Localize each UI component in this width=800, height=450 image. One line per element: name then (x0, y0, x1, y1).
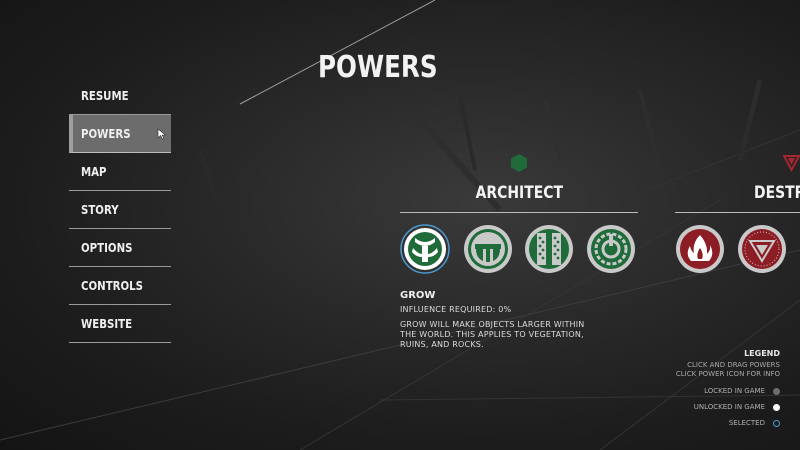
power-name: GROW (400, 290, 436, 301)
menu-item-options[interactable]: OPTIONS (69, 229, 171, 267)
group-title-architect: ARCHITECT (450, 183, 588, 203)
fire-power-icon[interactable] (675, 224, 725, 274)
menu-item-label: CONTROLS (81, 278, 144, 293)
legend-label: UNLOCKED IN GAME (693, 403, 765, 411)
locked-dot-icon (773, 387, 780, 395)
legend-hint: CLICK AND DRAG POWERS CLICK POWER ICON F… (620, 361, 780, 379)
menu-item-powers[interactable]: POWERS (69, 115, 171, 153)
grow-power-icon[interactable] (400, 224, 450, 274)
menu-item-map[interactable]: MAP (69, 153, 171, 191)
selected-ring-icon (773, 419, 780, 427)
legend-label: SELECTED (728, 419, 765, 427)
menu-item-label: OPTIONS (81, 240, 133, 255)
pause-menu: RESUME POWERS MAP STORY OPTIONS CONTROLS… (69, 77, 171, 343)
menu-item-label: RESUME (81, 88, 129, 103)
group-title-text: ARCHITECT (475, 183, 563, 203)
menu-item-label: WEBSITE (81, 316, 133, 331)
legend-row-locked: LOCKED IN GAME (620, 387, 780, 395)
power-info-panel: GROW INFLUENCE REQUIRED: 0% GROW WILL MA… (400, 290, 600, 350)
group-title-destro: DESTRO (754, 183, 800, 203)
group-divider (400, 212, 638, 213)
legend-panel: LEGEND CLICK AND DRAG POWERS CLICK POWER… (620, 349, 780, 427)
sink-power-icon[interactable] (737, 224, 787, 274)
menu-item-website[interactable]: WEBSITE (69, 305, 171, 343)
shield-power-icon[interactable] (586, 224, 636, 274)
menu-item-resume[interactable]: RESUME (69, 77, 171, 115)
menu-item-story[interactable]: STORY (69, 191, 171, 229)
menu-item-label: STORY (81, 202, 119, 217)
legend-row-unlocked: UNLOCKED IN GAME (620, 403, 780, 411)
legend-row-selected: SELECTED (620, 419, 780, 427)
group-divider (675, 212, 800, 213)
menu-item-controls[interactable]: CONTROLS (69, 267, 171, 305)
triangle-icon (783, 155, 800, 172)
legend-title: LEGEND (744, 349, 780, 358)
influence-required: INFLUENCE REQUIRED: 0% (400, 305, 512, 314)
pillar-power-icon[interactable] (524, 224, 574, 274)
mouse-cursor-icon (157, 128, 167, 140)
hexagon-icon (511, 154, 527, 172)
menu-item-label: POWERS (81, 126, 131, 141)
legend-hint-drag: CLICK AND DRAG POWERS (687, 361, 780, 369)
legend-label: LOCKED IN GAME (704, 387, 765, 395)
page-title: POWERS (318, 50, 438, 85)
bridge-power-icon[interactable] (463, 224, 513, 274)
power-description: GROW WILL MAKE OBJECTS LARGER WITHIN THE… (400, 320, 585, 349)
menu-item-label: MAP (81, 164, 107, 179)
unlocked-dot-icon (773, 403, 780, 411)
legend-hint-info: CLICK POWER ICON FOR INFO (675, 370, 780, 378)
group-title-text: DESTRO (754, 183, 800, 203)
